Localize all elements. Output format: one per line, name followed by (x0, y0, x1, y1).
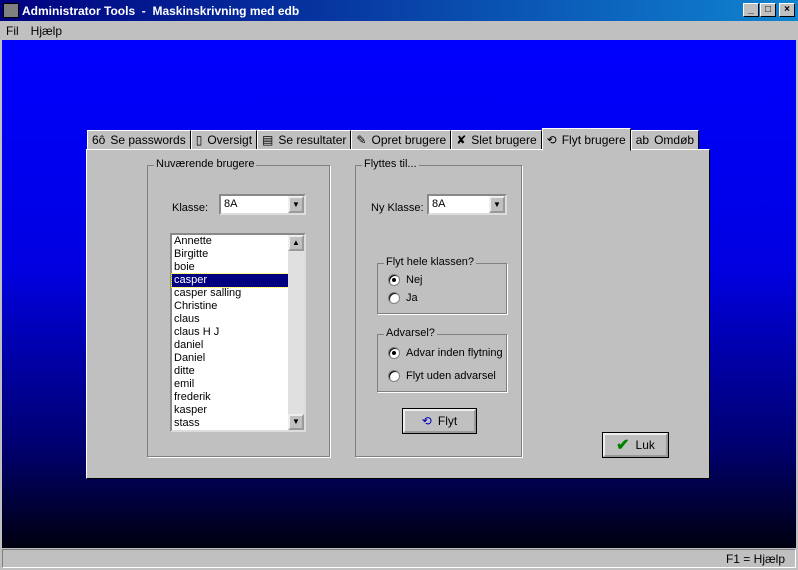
warning-group: Advarsel? (377, 327, 507, 392)
pencil-icon: ✎ (356, 133, 367, 147)
ny-klasse-value: 8A (432, 198, 446, 210)
tab-label: Slet brugere (471, 133, 537, 147)
radio-label: Ja (406, 292, 418, 304)
group-title: Nuværende brugere (154, 158, 257, 170)
menu-hjaelp[interactable]: Hjælp (25, 24, 68, 38)
radio-label: Advar inden flytning (406, 347, 503, 359)
title-bar: Administrator Tools - Maskinskrivning me… (0, 0, 798, 21)
chevron-down-icon[interactable]: ▼ (288, 196, 304, 213)
list-item[interactable]: casper (171, 273, 289, 288)
glasses-icon: 6ô (92, 133, 106, 147)
list-item[interactable]: casper salling (172, 287, 288, 300)
tab-label: Se resultater (278, 133, 347, 147)
ny-klasse-label: Ny Klasse: (371, 202, 424, 214)
radio-advar[interactable]: Advar inden flytning (388, 347, 503, 359)
tab-label: Se passwords (110, 133, 186, 147)
radio-uden-advarsel[interactable]: Flyt uden advarsel (388, 370, 496, 382)
window-title: Administrator Tools - Maskinskrivning me… (22, 3, 300, 18)
close-button[interactable]: × (779, 3, 795, 17)
group-title: Advarsel? (384, 327, 437, 339)
move-arrows-icon: ⟲ (546, 132, 557, 147)
tab-se-passwords[interactable]: 6ô Se passwords (87, 130, 191, 150)
button-label: Luk (635, 438, 655, 452)
list-item[interactable]: Christine (172, 300, 288, 313)
luk-button[interactable]: ✔ Luk (602, 432, 669, 458)
minimize-button[interactable]: _ (743, 3, 759, 17)
scroll-down-button[interactable]: ▼ (288, 414, 304, 430)
tab-se-resultater[interactable]: ▤ Se resultater (257, 130, 352, 150)
list-item[interactable]: Birgitte (172, 248, 288, 261)
tab-label: Oversigt (207, 133, 253, 147)
radio-indicator (388, 292, 400, 304)
list-item[interactable]: Annette (172, 235, 288, 248)
group-title: Flyttes til... (362, 158, 419, 170)
list-item[interactable]: stass (172, 417, 288, 430)
document-icon: ▯ (195, 133, 203, 147)
tab-opret-brugere[interactable]: ✎ Opret brugere (351, 130, 452, 150)
scroll-up-button[interactable]: ▲ (288, 235, 304, 251)
tab-flyt-brugere[interactable]: ⟲ Flyt brugere (541, 128, 631, 151)
tab-label: Omdøb (654, 133, 695, 147)
rename-icon: ab (635, 133, 650, 147)
book-icon: ▤ (262, 133, 274, 147)
users-list[interactable]: Annette Birgitte boie casper casper salling C… (170, 233, 306, 432)
flyt-button[interactable]: ⟲ Flyt (402, 408, 477, 434)
menu-bar: Fil Hjælp (0, 21, 798, 40)
status-bar: F1 = Hjælp (2, 549, 796, 568)
list-item[interactable]: frederik (172, 391, 288, 404)
radio-nej[interactable]: Nej (388, 274, 423, 286)
tab-oversigt[interactable]: ▯ Oversigt (190, 130, 258, 150)
radio-indicator (388, 347, 400, 359)
list-item[interactable]: claus (172, 313, 288, 326)
list-item[interactable]: boie (172, 261, 288, 274)
klasse-select[interactable]: 8A ▼ (219, 194, 306, 215)
tab-label: Opret brugere (371, 133, 447, 147)
tab-omdøb[interactable]: ab Omdøb (630, 130, 700, 150)
group-title: Flyt hele klassen? (384, 256, 477, 268)
scrollbar[interactable]: ▲ ▼ (288, 235, 304, 430)
radio-label: Flyt uden advarsel (406, 370, 496, 382)
maximize-button[interactable]: □ (760, 3, 776, 17)
status-text: F1 = Hjælp (725, 552, 785, 566)
list-item[interactable]: Daniel (172, 352, 288, 365)
klasse-value: 8A (224, 198, 238, 210)
ny-klasse-select[interactable]: 8A ▼ (427, 194, 507, 215)
checkmark-icon: ✔ (616, 437, 630, 454)
radio-indicator (388, 370, 400, 382)
list-item[interactable]: claus H J (172, 326, 288, 339)
app-icon (3, 3, 19, 18)
list-item[interactable]: ditte (172, 365, 288, 378)
list-item[interactable]: emil (172, 378, 288, 391)
list-item[interactable]: daniel (172, 339, 288, 352)
tab-label: Flyt brugere (561, 132, 626, 147)
list-item[interactable]: kasper (172, 404, 288, 417)
whole-class-group: Flyt hele klassen? (377, 256, 507, 314)
klasse-label: Klasse: (172, 202, 209, 214)
tab-strip: 6ô Se passwords ▯ Oversigt ▤ Se resultater ✎ Op… (87, 128, 700, 151)
menu-fil[interactable]: Fil (0, 24, 25, 38)
delete-x-icon: ✘ (456, 133, 467, 147)
tab-slet-brugere[interactable]: ✘ Slet brugere (451, 130, 542, 150)
radio-indicator (388, 274, 400, 286)
radio-ja[interactable]: Ja (388, 292, 418, 304)
radio-label: Nej (406, 274, 423, 286)
move-arrows-icon: ⟲ (421, 414, 432, 428)
button-label: Flyt (437, 414, 458, 428)
chevron-down-icon[interactable]: ▼ (489, 196, 505, 213)
